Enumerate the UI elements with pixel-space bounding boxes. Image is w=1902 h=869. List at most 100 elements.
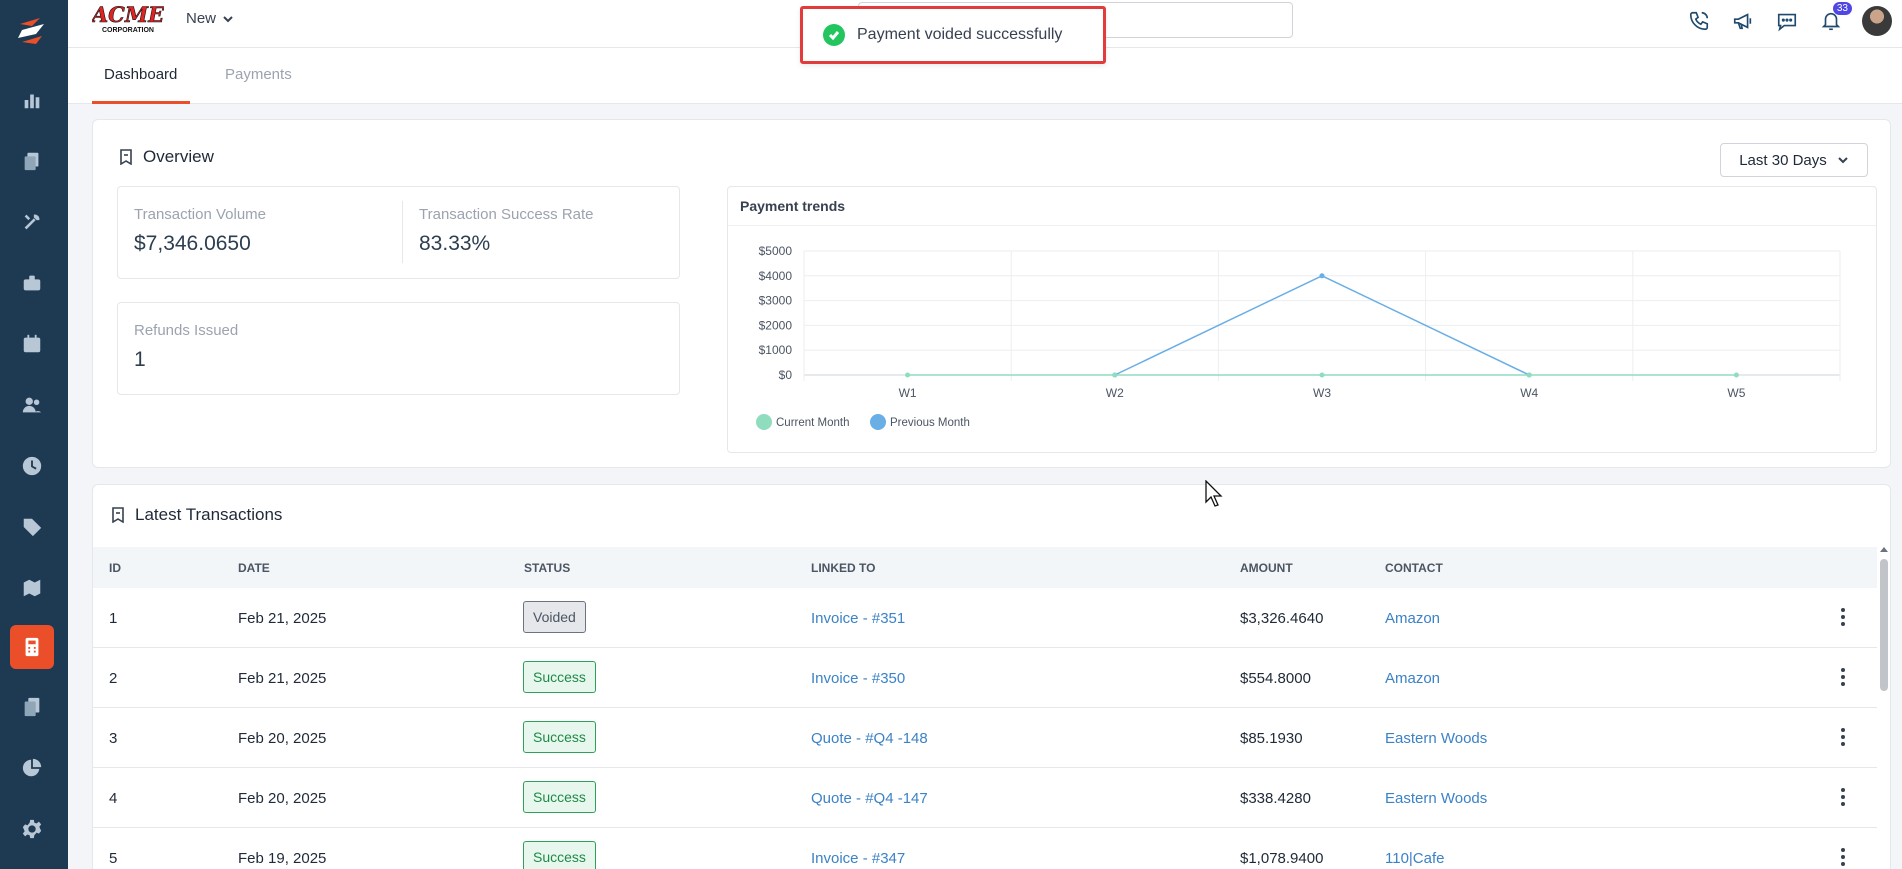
table-row[interactable]: 3 Feb 20, 2025 Success Quote - #Q4 -148 …	[93, 708, 1877, 768]
data-point	[1112, 372, 1118, 378]
bar-chart-icon	[24, 94, 40, 109]
contact-link[interactable]: Eastern Woods	[1385, 790, 1487, 807]
contact-link[interactable]: Amazon	[1385, 610, 1440, 627]
row-amount: $1,078.9400	[1240, 850, 1324, 867]
success-toast: Payment voided successfully	[800, 6, 1106, 64]
table-row[interactable]: 1 Feb 21, 2025 Voided Invoice - #351 $3,…	[93, 588, 1877, 648]
row-id: 4	[109, 790, 118, 807]
sidebar-item-documents[interactable]	[10, 139, 54, 183]
phone-button[interactable]	[1686, 8, 1712, 34]
stat-divider	[402, 201, 403, 263]
legend-label: Previous Month	[890, 417, 970, 429]
x-tick-label: W3	[1313, 386, 1331, 400]
data-point	[1526, 372, 1532, 378]
messages-button[interactable]	[1774, 8, 1800, 34]
status-badge: Success	[523, 721, 596, 753]
payment-trends-chart: Payment trends $0 $1000 $2000 $3000 $4000 $50…	[727, 186, 1877, 453]
notifications-button[interactable]: 33	[1818, 2, 1852, 34]
y-tick-label: $4000	[759, 269, 793, 283]
column-header-linked-to[interactable]: LINKED TO	[811, 561, 875, 575]
files-icon	[24, 697, 40, 717]
app-logo-icon[interactable]	[10, 8, 54, 52]
row-actions-menu-icon[interactable]	[1841, 788, 1845, 806]
transaction-stats-box: Transaction Volume $7,346.0650 Transacti…	[117, 186, 680, 279]
data-point	[1733, 372, 1739, 378]
check-circle-icon	[823, 24, 845, 46]
row-date: Feb 21, 2025	[238, 670, 327, 687]
x-tick-label: W1	[899, 386, 917, 400]
chevron-down-icon	[1838, 157, 1848, 164]
sidebar-item-analytics[interactable]	[10, 746, 54, 790]
contact-link[interactable]: Amazon	[1385, 670, 1440, 687]
y-tick-label: $2000	[759, 318, 793, 332]
sidebar-item-reports[interactable]	[10, 78, 54, 122]
data-point	[1319, 372, 1325, 378]
transactions-title: Latest Transactions	[135, 505, 283, 524]
row-actions-menu-icon[interactable]	[1841, 848, 1845, 866]
chat-icon	[1777, 13, 1797, 32]
table-scrollbar[interactable]	[1878, 547, 1890, 867]
row-id: 3	[109, 730, 118, 747]
latest-transactions-card: Latest Transactions ID DATE STATUS LINKE…	[92, 484, 1891, 869]
row-date: Feb 20, 2025	[238, 730, 327, 747]
linked-record-link[interactable]: Invoice - #351	[811, 610, 905, 627]
column-header-date[interactable]: DATE	[238, 561, 270, 575]
contact-link[interactable]: 110|Cafe	[1385, 850, 1445, 867]
date-range-dropdown[interactable]: Last 30 Days	[1720, 143, 1868, 177]
sidebar-item-calendar[interactable]	[10, 322, 54, 366]
linked-record-link[interactable]: Quote - #Q4 -147	[811, 790, 928, 807]
scroll-up-arrow-icon[interactable]	[1880, 547, 1888, 552]
date-range-label: Last 30 Days	[1739, 151, 1827, 169]
column-header-amount[interactable]: AMOUNT	[1240, 561, 1293, 575]
success-rate-label: Transaction Success Rate	[419, 206, 594, 223]
chevron-down-icon	[223, 15, 233, 22]
new-label: New	[186, 10, 217, 27]
linked-record-link[interactable]: Invoice - #350	[811, 670, 905, 687]
linked-record-link[interactable]: Quote - #Q4 -148	[811, 730, 928, 747]
table-row[interactable]: 4 Feb 20, 2025 Success Quote - #Q4 -147 …	[93, 768, 1877, 828]
announcements-button[interactable]	[1730, 8, 1756, 34]
row-actions-menu-icon[interactable]	[1841, 728, 1845, 746]
y-tick-label: $5000	[759, 244, 793, 258]
x-tick-label: W2	[1106, 386, 1124, 400]
column-header-id[interactable]: ID	[109, 561, 121, 575]
toast-message: Payment voided successfully	[857, 26, 1063, 43]
sidebar-item-jobs[interactable]	[10, 261, 54, 305]
sidebar-item-files[interactable]	[10, 685, 54, 729]
column-header-contact[interactable]: CONTACT	[1385, 561, 1443, 575]
gear-icon	[22, 819, 42, 839]
linked-record-link[interactable]: Invoice - #347	[811, 850, 905, 867]
briefcase-icon	[23, 275, 41, 291]
tag-icon	[23, 518, 42, 537]
y-tick-label: $1000	[759, 343, 793, 357]
scroll-thumb[interactable]	[1880, 559, 1888, 691]
sidebar-item-tools[interactable]	[10, 200, 54, 244]
acme-logo[interactable]: ACME CORPORATION	[92, 2, 164, 36]
sidebar-item-contacts[interactable]	[10, 383, 54, 427]
row-actions-menu-icon[interactable]	[1841, 668, 1845, 686]
row-id: 5	[109, 850, 118, 867]
row-actions-menu-icon[interactable]	[1841, 608, 1845, 626]
user-avatar[interactable]	[1862, 6, 1892, 36]
new-dropdown-button[interactable]: New	[186, 10, 234, 27]
sidebar-item-time[interactable]	[10, 444, 54, 488]
sidebar-item-payments[interactable]	[10, 625, 54, 669]
sidebar-item-pricing[interactable]	[10, 505, 54, 549]
map-icon	[23, 579, 41, 597]
clock-icon	[22, 456, 42, 476]
tab-dashboard[interactable]: Dashboard	[104, 66, 177, 83]
column-header-status[interactable]: STATUS	[524, 561, 570, 575]
tab-payments[interactable]: Payments	[225, 66, 292, 83]
table-row[interactable]: 2 Feb 21, 2025 Success Invoice - #350 $5…	[93, 648, 1877, 708]
mouse-cursor-icon	[1205, 480, 1223, 507]
table-row[interactable]: 5 Feb 19, 2025 Success Invoice - #347 $1…	[93, 828, 1877, 869]
transaction-volume-value: $7,346.0650	[134, 232, 251, 255]
status-badge: Success	[523, 841, 596, 869]
sidebar	[0, 0, 68, 869]
refunds-value: 1	[134, 348, 146, 371]
sidebar-item-map[interactable]	[10, 566, 54, 610]
contact-link[interactable]: Eastern Woods	[1385, 730, 1487, 747]
sidebar-item-settings[interactable]	[10, 807, 54, 851]
table-header: ID DATE STATUS LINKED TO AMOUNT CONTACT	[93, 547, 1877, 588]
receipt-icon	[112, 507, 124, 523]
